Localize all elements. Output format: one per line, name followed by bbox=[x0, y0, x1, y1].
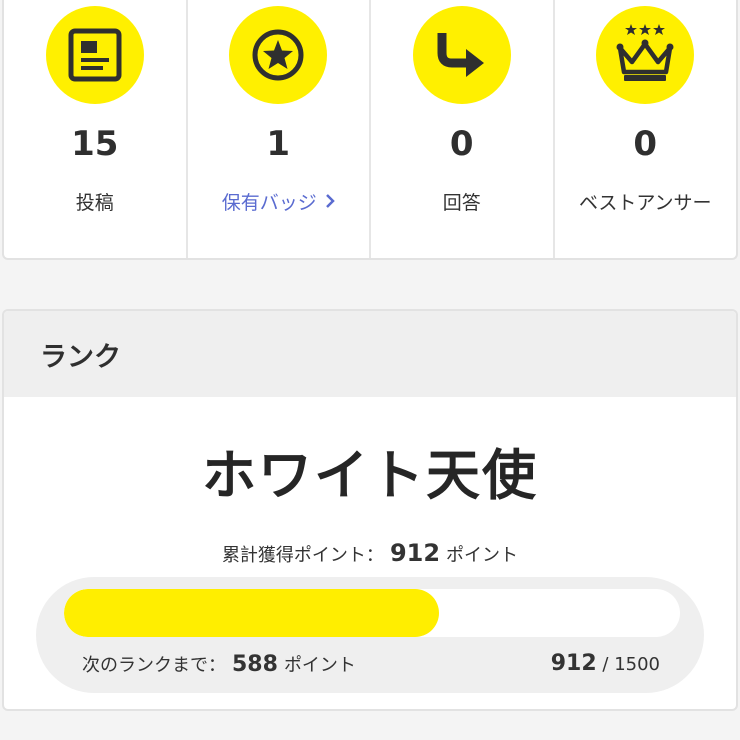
rank-progress: 次のランクまで： 588 ポイント 912 / 1500 bbox=[36, 577, 704, 693]
badges-link[interactable]: 保有バッジ bbox=[188, 188, 370, 215]
document-icon bbox=[68, 28, 122, 82]
answers-icon-circle bbox=[412, 6, 511, 104]
rank-header: ランク bbox=[4, 311, 736, 397]
points-ratio: 912 / 1500 bbox=[551, 651, 660, 676]
star-badge-icon bbox=[252, 29, 304, 81]
arrow-reply-icon bbox=[437, 33, 484, 77]
answers-count: 0 bbox=[449, 124, 474, 164]
answers-label: 回答 bbox=[442, 192, 481, 214]
posts-icon-circle bbox=[45, 6, 144, 104]
next-rank-unit: ポイント bbox=[283, 655, 356, 676]
posts-count: 15 bbox=[71, 124, 119, 164]
best-answers-icon-circle bbox=[596, 6, 695, 104]
best-answers-label: ベストアンサー bbox=[578, 192, 712, 214]
total-points-label: 累計獲得ポイント： bbox=[221, 545, 384, 566]
ratio-current: 912 bbox=[550, 651, 597, 676]
next-rank-info: 次のランクまで： 588 ポイント bbox=[82, 651, 356, 677]
stat-posts[interactable]: 15 投稿 bbox=[4, 0, 188, 258]
badges-count: 1 bbox=[266, 124, 291, 164]
rank-card: ランク ホワイト天使 累計獲得ポイント： 912 ポイント 次のランクまで： 588 ポ… bbox=[2, 309, 738, 711]
ratio-separator: / bbox=[602, 654, 609, 675]
total-points: 累計獲得ポイント： 912 ポイント bbox=[4, 539, 736, 567]
posts-label: 投稿 bbox=[75, 192, 114, 214]
total-points-value: 912 bbox=[389, 539, 441, 567]
stat-answers[interactable]: 0 回答 bbox=[371, 0, 555, 258]
progress-track bbox=[64, 589, 680, 637]
stats-card: 15 投稿 1 保有バッジ 0 回答 0 ベストアンサー bbox=[2, 0, 738, 260]
next-rank-points: 588 bbox=[232, 652, 278, 677]
next-rank-label: 次のランクまで： bbox=[82, 655, 226, 676]
stat-best-answers[interactable]: 0 ベストアンサー bbox=[555, 0, 737, 258]
progress-fill bbox=[64, 589, 439, 637]
badges-icon-circle bbox=[229, 6, 328, 104]
chevron-right-icon bbox=[325, 192, 335, 214]
ratio-target: 1500 bbox=[614, 654, 660, 675]
badges-label: 保有バッジ bbox=[221, 192, 317, 214]
crown-icon bbox=[616, 24, 674, 81]
rank-name: ホワイト天使 bbox=[202, 444, 538, 507]
total-points-unit: ポイント bbox=[446, 545, 519, 566]
stat-badges[interactable]: 1 保有バッジ bbox=[188, 0, 371, 258]
best-answers-count: 0 bbox=[633, 124, 658, 164]
